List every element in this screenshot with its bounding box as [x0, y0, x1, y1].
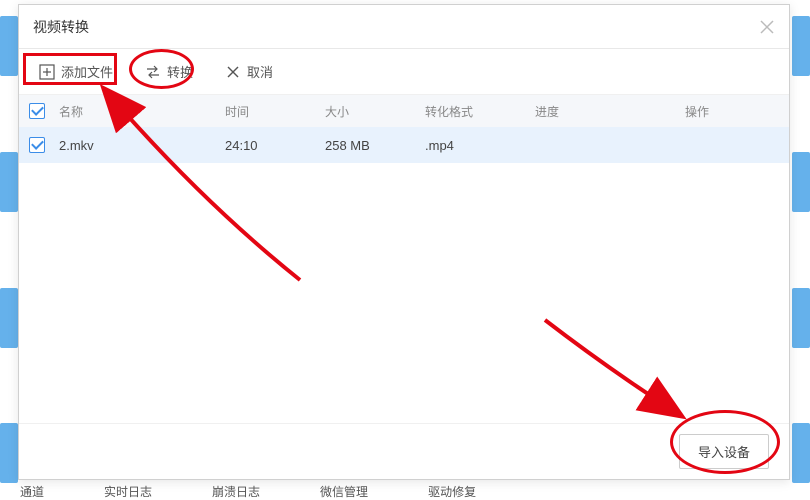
dialog-header: 视频转换 — [19, 5, 789, 49]
table-row[interactable]: 2.mkv 24:10 258 MB .mp4 — [19, 127, 789, 163]
bg-label: 通道 — [20, 483, 44, 500]
convert-arrows-icon — [145, 64, 161, 80]
cancel-button[interactable]: 取消 — [215, 57, 283, 86]
table-body: 2.mkv 24:10 258 MB .mp4 — [19, 127, 789, 163]
column-action: 操作 — [685, 103, 789, 120]
dialog-footer: 导入设备 — [19, 423, 789, 479]
plus-square-icon — [39, 64, 55, 80]
cell-name: 2.mkv — [55, 138, 225, 153]
import-device-button[interactable]: 导入设备 — [679, 434, 769, 469]
dialog-title: 视频转换 — [33, 17, 89, 37]
column-format: 转化格式 — [425, 103, 535, 120]
cell-size: 258 MB — [325, 138, 425, 153]
bg-label: 实时日志 — [104, 483, 152, 500]
column-size: 大小 — [325, 103, 425, 120]
add-file-label: 添加文件 — [61, 62, 113, 81]
bg-label: 崩溃日志 — [212, 483, 260, 500]
video-convert-dialog: 视频转换 添加文件 转换 取消 名称 时间 大 — [18, 4, 790, 480]
background-tiles-right — [792, 0, 810, 500]
convert-button[interactable]: 转换 — [135, 57, 203, 86]
row-checkbox[interactable] — [29, 137, 45, 153]
column-time: 时间 — [225, 103, 325, 120]
cell-format: .mp4 — [425, 138, 535, 153]
column-name: 名称 — [55, 103, 225, 120]
close-button[interactable] — [757, 17, 777, 37]
bg-label: 驱动修复 — [428, 483, 476, 500]
select-all-checkbox[interactable] — [29, 103, 45, 119]
cancel-label: 取消 — [247, 62, 273, 81]
cancel-x-icon — [225, 64, 241, 80]
bg-label: 微信管理 — [320, 483, 368, 500]
background-tiles-left — [0, 0, 18, 500]
column-progress: 进度 — [535, 103, 685, 120]
cell-time: 24:10 — [225, 138, 325, 153]
convert-label: 转换 — [167, 62, 193, 81]
add-file-button[interactable]: 添加文件 — [29, 57, 123, 86]
background-bottom-labels: 通道 实时日志 崩溃日志 微信管理 驱动修复 — [0, 482, 810, 500]
table-header: 名称 时间 大小 转化格式 进度 操作 — [19, 95, 789, 127]
toolbar: 添加文件 转换 取消 — [19, 49, 789, 95]
close-icon — [760, 20, 774, 34]
